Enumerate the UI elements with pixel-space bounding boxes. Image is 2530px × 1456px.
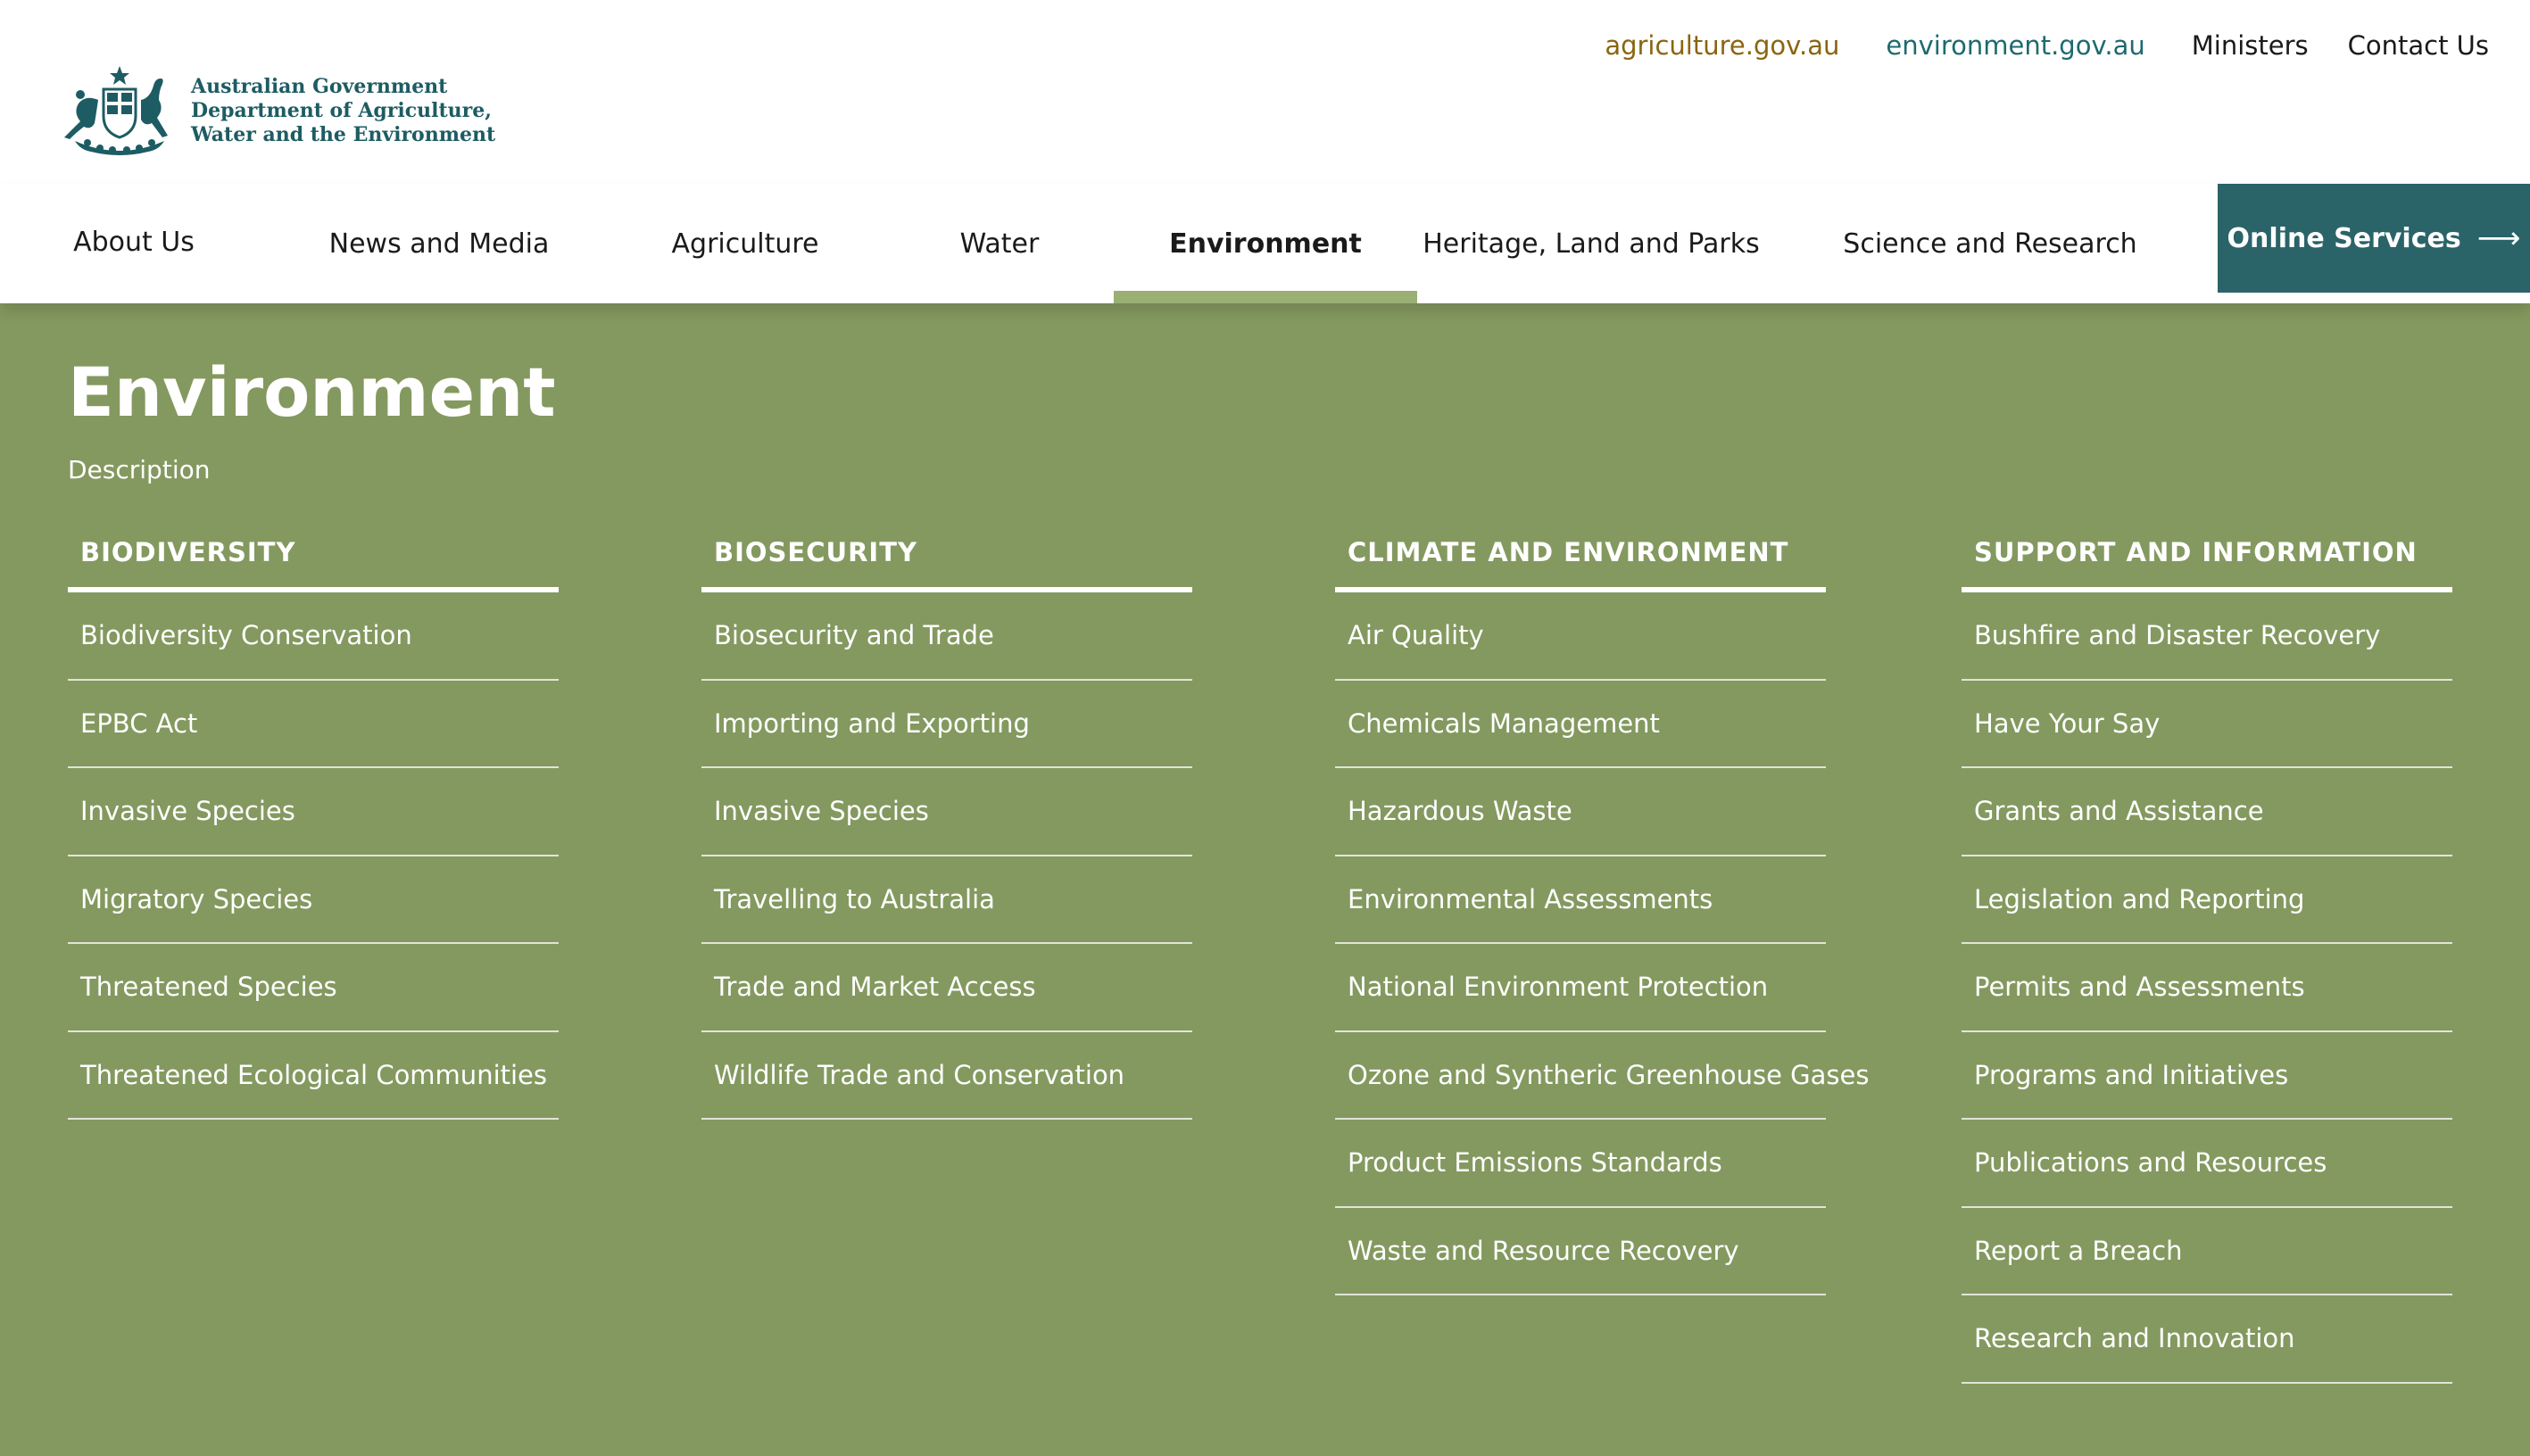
menu-link-migratory-species[interactable]: Migratory Species [68,856,559,944]
environment-site-link[interactable]: environment.gov.au [1886,30,2144,61]
nav-item-water[interactable]: Water [928,184,1071,303]
column-list: Air Quality Chemicals Management Hazardo… [1335,592,1870,1295]
menu-link-importing-and-exporting[interactable]: Importing and Exporting [701,681,1192,768]
arrow-right-icon: ⟶ [2476,220,2521,256]
menu-link-environmental-assessments[interactable]: Environmental Assessments [1335,856,1826,944]
menu-link-biodiversity-conservation[interactable]: Biodiversity Conservation [68,592,559,681]
menu-link-threatened-species[interactable]: Threatened Species [68,944,559,1032]
menu-link-travelling-to-australia[interactable]: Travelling to Australia [701,856,1192,944]
menu-link-ozone-and-synthetic-greenhouse-gases[interactable]: Ozone and Syntheric Greenhouse Gases [1335,1032,1870,1120]
menu-link-legislation-and-reporting[interactable]: Legislation and Reporting [1962,856,2452,944]
environment-mega-menu: Environment Description Biodiversity Bio… [0,303,2530,1456]
mega-menu-title: Environment [68,352,556,432]
nav-item-news-and-media[interactable]: News and Media [312,184,566,303]
nav-item-science-and-research[interactable]: Science and Research [1838,184,2142,303]
menu-link-programs-and-initiatives[interactable]: Programs and Initiatives [1962,1032,2452,1120]
logo-line-3: Water and the Environment [191,122,496,146]
logo-line-2: Department of Agriculture, [191,98,492,122]
online-services-button[interactable]: Online Services ⟶ [2218,184,2530,293]
column-list: Bushfire and Disaster Recovery Have Your… [1962,592,2452,1384]
menu-link-report-a-breach[interactable]: Report a Breach [1962,1208,2452,1295]
menu-link-research-and-innovation[interactable]: Research and Innovation [1962,1295,2452,1384]
menu-link-threatened-ecological-communities[interactable]: Threatened Ecological Communities [68,1032,559,1120]
mega-menu-description: Description [68,455,211,484]
utility-nav: agriculture.gov.au environment.gov.au Mi… [1558,30,2489,61]
menu-link-bushfire-and-disaster-recovery[interactable]: Bushfire and Disaster Recovery [1962,592,2452,681]
menu-link-trade-and-market-access[interactable]: Trade and Market Access [701,944,1192,1032]
column-heading-climate-and-environment[interactable]: Climate and Environment [1335,537,1826,592]
menu-link-biosecurity-and-trade[interactable]: Biosecurity and Trade [701,592,1192,681]
logo-wordmark: Australian Government Department of Agri… [191,75,495,147]
menu-link-waste-and-resource-recovery[interactable]: Waste and Resource Recovery [1335,1208,1826,1295]
column-heading-biosecurity[interactable]: Biosecurity [701,537,1192,592]
menu-link-publications-and-resources[interactable]: Publications and Resources [1962,1120,2452,1208]
ministers-link[interactable]: Ministers [2192,30,2309,61]
menu-link-grants-and-assistance[interactable]: Grants and Assistance [1962,768,2452,856]
site-logo[interactable]: Australian Government Department of Agri… [57,64,495,157]
agriculture-site-link[interactable]: agriculture.gov.au [1605,30,1839,61]
menu-column-climate-and-environment: Climate and Environment Air Quality Chem… [1335,537,1870,1295]
menu-link-product-emissions-standards[interactable]: Product Emissions Standards [1335,1120,1826,1208]
menu-column-biodiversity: Biodiversity Biodiversity Conservation E… [68,537,559,1120]
nav-item-agriculture[interactable]: Agriculture [651,184,839,303]
nav-item-about-us[interactable]: About Us [54,182,214,302]
contact-us-link[interactable]: Contact Us [2348,30,2489,61]
menu-link-national-environment-protection[interactable]: National Environment Protection [1335,944,1826,1032]
main-nav: About Us News and Media Agriculture Wate… [0,184,2530,303]
column-list: Biosecurity and Trade Importing and Expo… [701,592,1192,1120]
menu-link-invasive-species[interactable]: Invasive Species [701,768,1192,856]
menu-link-chemicals-management[interactable]: Chemicals Management [1335,681,1826,768]
site-header: Australian Government Department of Agri… [0,0,2530,184]
menu-link-epbc-act[interactable]: EPBC Act [68,681,559,768]
menu-link-invasive-species[interactable]: Invasive Species [68,768,559,856]
column-heading-support-and-information[interactable]: Support and Information [1962,537,2452,592]
menu-link-permits-and-assessments[interactable]: Permits and Assessments [1962,944,2452,1032]
coat-of-arms-icon [64,66,168,155]
menu-link-have-your-say[interactable]: Have Your Say [1962,681,2452,768]
menu-column-biosecurity: Biosecurity Biosecurity and Trade Import… [701,537,1192,1120]
menu-link-wildlife-trade-and-conservation[interactable]: Wildlife Trade and Conservation [701,1032,1192,1120]
online-services-label: Online Services [2227,222,2461,254]
nav-item-environment[interactable]: Environment [1114,184,1417,303]
menu-link-hazardous-waste[interactable]: Hazardous Waste [1335,768,1826,856]
column-heading-biodiversity[interactable]: Biodiversity [68,537,559,592]
menu-link-air-quality[interactable]: Air Quality [1335,592,1826,681]
column-list: Biodiversity Conservation EPBC Act Invas… [68,592,559,1120]
logo-line-1: Australian Government [191,74,448,98]
nav-item-heritage-land-and-parks[interactable]: Heritage, Land and Parks [1423,184,1760,303]
menu-column-support-and-information: Support and Information Bushfire and Dis… [1962,537,2452,1384]
